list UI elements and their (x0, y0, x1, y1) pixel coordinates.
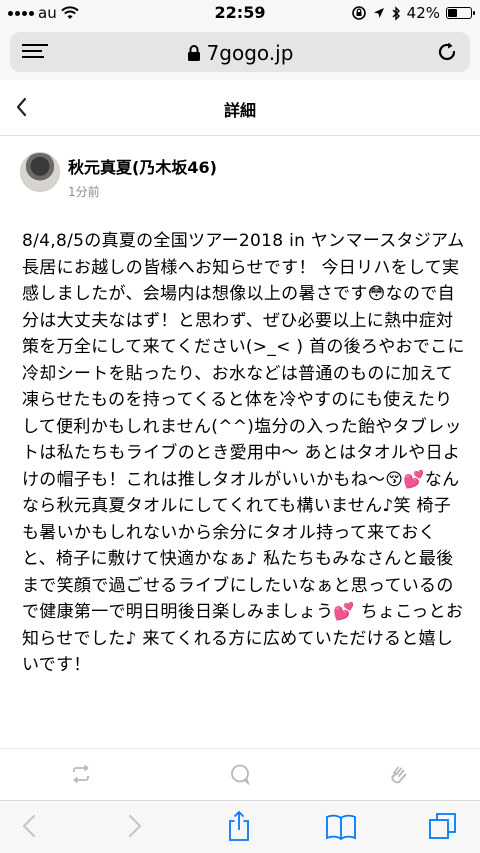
lock-icon (187, 45, 200, 61)
url-text: 7gogo.jp (206, 41, 294, 65)
avatar[interactable] (20, 152, 60, 192)
share-icon[interactable] (226, 810, 252, 842)
clap-icon[interactable] (388, 763, 410, 785)
bookmarks-icon[interactable] (325, 813, 357, 841)
author-meta: 秋元真夏(乃木坂46) 1分前 (68, 152, 217, 200)
author-name[interactable]: 秋元真夏(乃木坂46) (68, 154, 217, 178)
location-arrow-icon (373, 8, 384, 18)
status-right: 42% (351, 4, 475, 22)
browser-toolbar (0, 800, 480, 853)
page-header: 詳細 (0, 80, 480, 136)
safari-back-icon[interactable] (20, 813, 38, 839)
url-display[interactable]: 7gogo.jp (10, 41, 470, 65)
url-field[interactable]: 7gogo.jp (10, 32, 470, 72)
post-actions (0, 748, 480, 800)
status-bar: au 22:59 42% (0, 0, 480, 26)
safari-forward-icon[interactable] (126, 813, 144, 839)
address-bar: 7gogo.jp (0, 26, 480, 80)
comment-icon[interactable] (229, 763, 251, 785)
bluetooth-icon (392, 5, 400, 21)
post-body: 8/4,8/5の真夏の全国ツアー2018 in ヤンマースタジアム長居にお越しの… (22, 231, 465, 675)
post-timestamp: 1分前 (68, 185, 100, 199)
repost-icon[interactable] (70, 763, 92, 785)
post-author[interactable]: 秋元真夏(乃木坂46) 1分前 (20, 152, 217, 200)
reload-icon[interactable] (436, 41, 458, 63)
rotation-lock-icon (351, 6, 366, 20)
tabs-icon[interactable] (428, 811, 458, 841)
battery-icon (446, 7, 475, 19)
battery-percent: 42% (406, 4, 440, 22)
page-title: 詳細 (223, 101, 256, 120)
battery-level-fill (448, 9, 458, 17)
